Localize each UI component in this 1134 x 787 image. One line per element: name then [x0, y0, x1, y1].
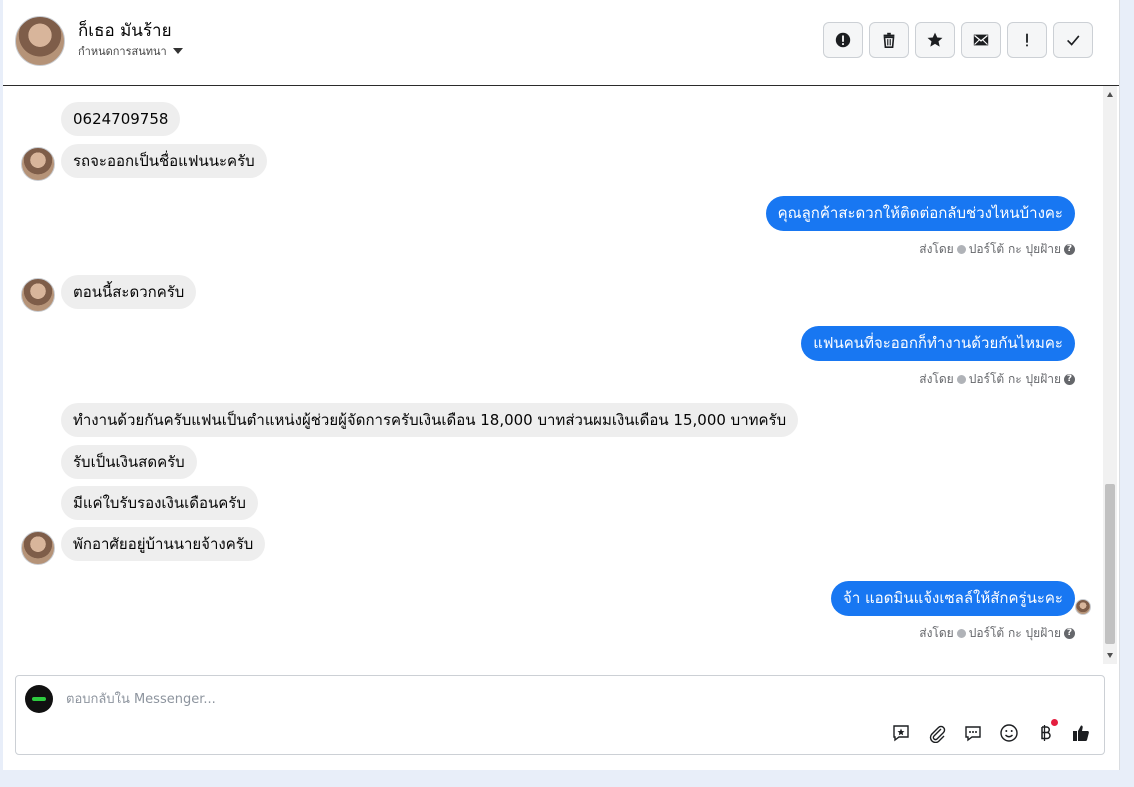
reply-input[interactable]	[64, 688, 768, 710]
incoming-message-bubble[interactable]: มีแค่ใบรับรองเงินเดือนครับ	[61, 486, 258, 520]
delete-button[interactable]	[869, 22, 909, 58]
envelope-icon	[973, 34, 989, 46]
like-button[interactable]	[1070, 722, 1092, 744]
help-icon[interactable]: ?	[1064, 244, 1075, 255]
incoming-message-bubble[interactable]: ทำงานด้วยกันครับแฟนเป็นตำแหน่งผู้ช่วยผู้…	[61, 403, 799, 437]
status-dot-icon	[956, 245, 966, 254]
done-button[interactable]	[1053, 22, 1093, 58]
outgoing-message-bubble[interactable]: แฟนคนที่จะออกก็ทำงานด้วยกันไหมคะ	[801, 326, 1075, 361]
assign-label: กำหนดการสนทนา	[78, 45, 167, 58]
outgoing-message-bubble[interactable]: คุณลูกค้าสะดวกให้ติดต่อกลับช่วงไหนบ้างคะ	[765, 196, 1075, 231]
smiley-icon	[1000, 724, 1018, 742]
contact-avatar-small[interactable]	[21, 531, 55, 565]
message-list: 0624709758 รถจะออกเป็นชื่อแฟนนะครับ คุณล…	[3, 86, 1103, 664]
incoming-message-bubble[interactable]: รถจะออกเป็นชื่อแฟนนะครับ	[61, 144, 267, 178]
incoming-message-bubble[interactable]: พักอาศัยอยู่บ้านนายจ้างครับ	[61, 527, 266, 561]
emoji-button[interactable]	[998, 722, 1020, 744]
message-composer	[15, 675, 1105, 755]
status-dot-icon	[956, 375, 966, 384]
quick-replies-button[interactable]	[962, 722, 984, 744]
sender-name: ปอร์โต้ กะ ปุยฝ้าย	[968, 626, 1061, 640]
conversation-panel: ก็เธอ มันร้าย กำหนดการสนทนา 0624709758 ร…	[3, 0, 1120, 770]
contact-avatar-small[interactable]	[21, 147, 55, 181]
sent-by-line: ส่งโดย ปอร์โต้ กะ ปุยฝ้าย ?	[919, 240, 1075, 259]
attach-button[interactable]	[926, 722, 948, 744]
scroll-down-arrow-icon[interactable]	[1107, 653, 1113, 658]
conversation-header: ก็เธอ มันร้าย กำหนดการสนทนา	[3, 0, 1119, 86]
caret-down-icon	[172, 48, 183, 54]
sent-by-line: ส่งโดย ปอร์โต้ กะ ปุยฝ้าย ?	[919, 624, 1075, 643]
chat-bubble-icon	[965, 726, 981, 742]
seen-indicator-avatar	[1075, 599, 1091, 615]
message-scrollbar[interactable]	[1103, 86, 1117, 664]
sent-by-line: ส่งโดย ปอร์โต้ กะ ปุยฝ้าย ?	[919, 370, 1075, 389]
contact-avatar-small[interactable]	[21, 278, 55, 312]
status-dot-icon	[956, 629, 966, 638]
mark-unread-button[interactable]	[961, 22, 1001, 58]
contact-name[interactable]: ก็เธอ มันร้าย	[78, 17, 172, 44]
saved-reply-button[interactable]	[890, 722, 912, 744]
incoming-message-bubble[interactable]: ตอนนี้สะดวกครับ	[61, 275, 197, 309]
sent-by-label: ส่งโดย	[919, 372, 954, 386]
scroll-up-arrow-icon[interactable]	[1107, 92, 1113, 97]
trash-icon	[883, 32, 895, 49]
page-avatar	[25, 685, 53, 713]
star-icon	[927, 32, 943, 47]
incoming-message-bubble[interactable]: รับเป็นเงินสดครับ	[61, 445, 197, 479]
sent-by-label: ส่งโดย	[919, 626, 954, 640]
payment-button[interactable]	[1034, 719, 1058, 744]
sender-name: ปอร์โต้ กะ ปุยฝ้าย	[968, 372, 1061, 386]
notification-dot	[1051, 719, 1058, 726]
contact-avatar[interactable]	[15, 16, 65, 66]
report-button[interactable]	[823, 22, 863, 58]
star-button[interactable]	[915, 22, 955, 58]
help-icon[interactable]: ?	[1064, 374, 1075, 385]
baht-icon	[1041, 725, 1051, 741]
help-icon[interactable]: ?	[1064, 628, 1075, 639]
sent-by-label: ส่งโดย	[919, 242, 954, 256]
header-actions	[823, 22, 1093, 58]
outgoing-message-bubble[interactable]: จ้า แอดมินแจ้งเซลล์ให้สักครู่นะคะ	[831, 581, 1075, 616]
thumbs-up-icon	[1073, 725, 1089, 741]
exclamation-icon	[1026, 33, 1028, 47]
paperclip-icon	[929, 725, 946, 743]
assign-conversation-dropdown[interactable]: กำหนดการสนทนา	[78, 42, 183, 60]
spam-button[interactable]	[1007, 22, 1047, 58]
saved-reply-icon	[893, 725, 909, 742]
incoming-message-bubble[interactable]: 0624709758	[61, 102, 181, 136]
composer-tools	[890, 719, 1092, 744]
scrollbar-thumb[interactable]	[1105, 484, 1115, 644]
check-icon	[1067, 35, 1080, 46]
alert-circle-icon	[835, 32, 851, 48]
sender-name: ปอร์โต้ กะ ปุยฝ้าย	[968, 242, 1061, 256]
